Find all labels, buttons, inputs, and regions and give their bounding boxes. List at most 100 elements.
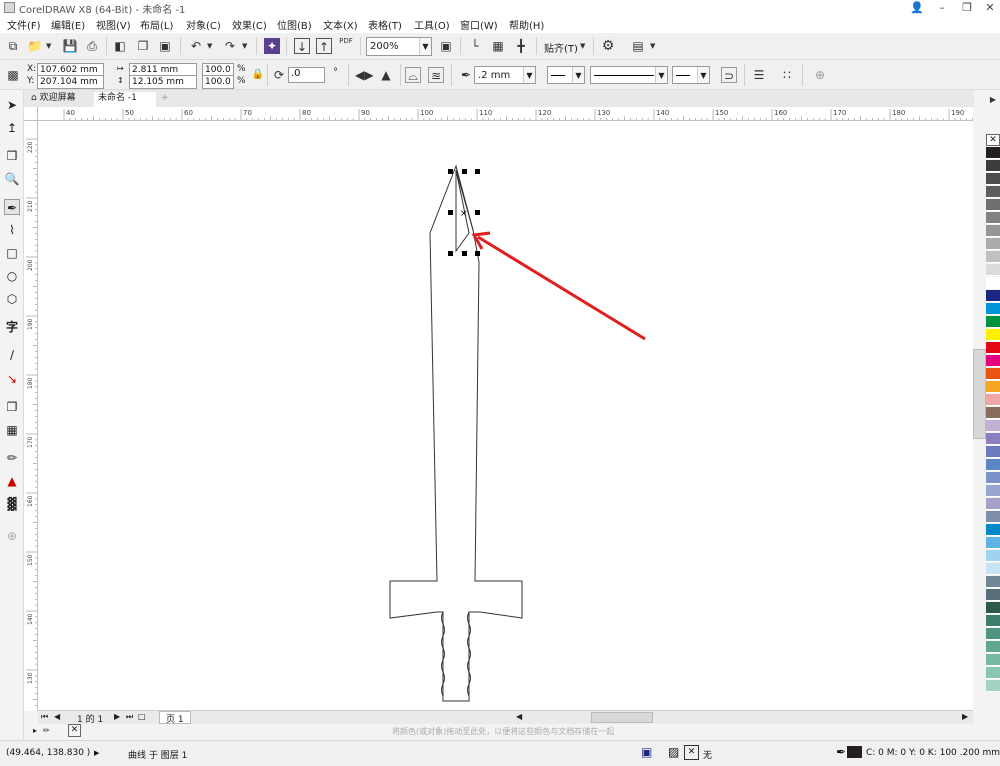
next-page-icon[interactable]: ▶ [114,712,120,721]
handle-tc[interactable] [462,169,467,174]
node-select-icon[interactable]: ∷ [779,67,795,83]
status-expand-icon[interactable]: ▶ [94,749,99,757]
h-scroll-thumb[interactable] [591,712,653,723]
palette-swatch[interactable] [986,186,1000,198]
palette-swatch[interactable] [986,290,1000,302]
chevron-down-icon[interactable]: ▼ [655,67,667,83]
outline-color-swatch[interactable] [847,746,862,758]
artistic-media-icon[interactable]: ⌇ [4,222,20,238]
palette-swatch[interactable] [986,264,1000,276]
palette-swatch[interactable] [986,433,1000,445]
pick-tool-icon[interactable]: ➤ [4,97,20,113]
menu-bitmaps[interactable]: 位图(B) [277,17,312,32]
palette-swatch[interactable] [986,446,1000,458]
handle-br[interactable] [475,251,480,256]
no-fill-icon[interactable]: ✕ [68,724,81,737]
snap-to-menu[interactable]: 贴齐(T) [544,40,578,55]
palette-swatch[interactable] [986,381,1000,393]
palette-swatch[interactable] [986,524,1000,536]
handle-bc[interactable] [462,251,467,256]
scroll-thumb[interactable] [973,349,986,439]
tab-document[interactable]: 未命名 -1 [94,92,156,107]
height-field[interactable]: 12.105 mm [129,75,197,89]
chevron-down-icon[interactable]: ▼ [523,67,535,83]
horizontal-ruler[interactable]: 40 50 60 70 80 90 100 110 120 130 140 150 160 170 180 1… [38,107,973,121]
vertical-ruler[interactable]: 220 210 200 190 180 170 160 150 140 130 [24,121,38,711]
close-curve-icon[interactable]: ⊃ [721,67,737,83]
minimize-button[interactable]: – [930,0,954,16]
palette-swatch[interactable] [986,602,1000,614]
rotation-field[interactable]: .0 [288,67,325,83]
handle-tl[interactable] [448,169,453,174]
guidelines-icon[interactable]: ╋ [513,38,529,54]
palette-swatch[interactable] [986,550,1000,562]
node-edit-icon[interactable]: ⌓ [405,67,421,83]
chevron-down-icon[interactable]: ▼ [697,67,709,83]
menu-layout[interactable]: 布局(L) [140,17,173,32]
parallel-dimension-icon[interactable]: ∕ [4,347,20,363]
help-icon[interactable]: 👤 [905,0,929,16]
palette-swatch[interactable] [986,173,1000,185]
page-tab[interactable]: 页 1 [159,711,191,725]
palette-swatch[interactable] [986,329,1000,341]
drop-shadow-icon[interactable]: ❐ [4,399,20,415]
palette-swatch[interactable] [986,394,1000,406]
palette-swatch[interactable] [986,680,1000,692]
undo-icon[interactable]: ↶ [188,38,204,54]
end-arrow-select[interactable]: ▼ [672,66,710,84]
handle-tr[interactable] [475,169,480,174]
scroll-right-icon[interactable]: ▶ [962,712,968,721]
app-launcher-icon[interactable]: ▤ [630,38,646,54]
freehand-tool-icon[interactable]: ✒ [4,199,20,215]
menu-effects[interactable]: 效果(C) [232,17,267,32]
palette-swatch[interactable] [986,303,1000,315]
rectangle-tool-icon[interactable]: □ [4,245,20,261]
chevron-down-icon[interactable]: ▼ [580,42,585,50]
last-page-icon[interactable]: ⏭ [126,712,133,722]
vertical-scrollbar[interactable] [973,107,986,711]
polygon-tool-icon[interactable]: ⬡ [4,291,20,307]
menu-edit[interactable]: 编辑(E) [51,17,85,32]
palette-swatch[interactable] [986,147,1000,159]
new-document-icon[interactable]: ⧉ [5,38,21,54]
chevron-down-icon[interactable]: ▼ [242,42,247,50]
prev-page-icon[interactable]: ◀ [54,712,60,721]
menu-view[interactable]: 视图(V) [96,17,131,32]
menu-help[interactable]: 帮助(H) [509,17,544,32]
search-content-icon[interactable]: ✦ [264,38,280,54]
object-origin-icon[interactable]: ▩ [5,67,21,83]
ruler-origin[interactable] [24,107,38,121]
chevron-down-icon[interactable]: ▼ [419,38,431,55]
paste-icon[interactable]: ▣ [157,38,173,54]
import-icon[interactable]: ↓ [294,38,310,54]
gear-icon[interactable]: ⚙ [600,38,616,54]
palette-swatch[interactable] [986,654,1000,666]
lock-ratio-icon[interactable]: 🔒 [250,67,266,83]
grid-icon[interactable]: ▦ [490,38,506,54]
chevron-down-icon[interactable]: ▼ [46,42,51,50]
shape-tool-icon[interactable]: ↥ [4,120,20,136]
palette-swatch[interactable] [986,511,1000,523]
menu-file[interactable]: 文件(F) [7,17,41,32]
menu-tools[interactable]: 工具(O) [414,17,450,32]
palette-swatch[interactable] [986,472,1000,484]
text-tool-icon[interactable]: 字 [4,319,20,335]
transparency-icon[interactable]: ▦ [4,422,20,438]
restore-button[interactable]: ❐ [955,0,979,16]
palette-swatch[interactable] [986,498,1000,510]
add-tool-icon[interactable]: ⊕ [4,528,20,544]
crop-tool-icon[interactable]: ❒ [4,148,20,164]
mirror-horizontal-icon[interactable]: ◀▶ [355,67,373,83]
palette-swatch[interactable] [986,459,1000,471]
palette-swatch[interactable] [986,238,1000,250]
smooth-curve-icon[interactable]: ≊ [428,67,444,83]
menu-text[interactable]: 文本(X) [323,17,358,32]
color-proof-icon[interactable]: ▣ [641,745,652,759]
add-tab-icon[interactable]: + [157,92,171,107]
palette-swatch[interactable] [986,225,1000,237]
add-icon[interactable]: ⊕ [812,67,828,83]
palette-swatch[interactable] [986,589,1000,601]
zoom-tool-icon[interactable]: 🔍 [4,171,20,187]
start-arrow-select[interactable]: ▼ [547,66,585,84]
mirror-vertical-icon[interactable]: ▲ [378,67,394,83]
